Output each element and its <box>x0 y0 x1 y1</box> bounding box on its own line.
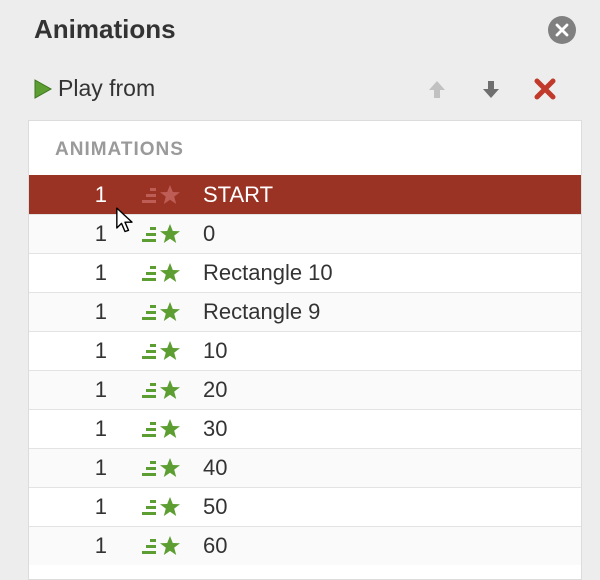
animation-order: 1 <box>29 416 127 442</box>
animation-order: 1 <box>29 299 127 325</box>
animation-effect-icon <box>127 417 197 441</box>
motion-lines-icon <box>142 422 156 437</box>
animation-label: 0 <box>197 221 581 247</box>
animation-label: 40 <box>197 455 581 481</box>
motion-lines-icon <box>142 227 156 242</box>
motion-lines-icon <box>142 188 156 203</box>
motion-lines-icon <box>142 500 156 515</box>
panel-header: Animations <box>28 0 582 75</box>
animation-row[interactable]: 1 Rectangle 10 <box>29 253 581 292</box>
animation-label: Rectangle 9 <box>197 299 581 325</box>
animation-order: 1 <box>29 221 127 247</box>
play-icon <box>30 77 54 101</box>
animation-order: 1 <box>29 260 127 286</box>
animation-effect-icon <box>127 222 197 246</box>
animation-effect-icon <box>127 456 197 480</box>
animation-effect-icon <box>127 183 197 207</box>
motion-lines-icon <box>142 383 156 398</box>
animation-order: 1 <box>29 494 127 520</box>
animation-order: 1 <box>29 533 127 559</box>
star-icon <box>158 183 182 207</box>
animation-label: START <box>197 182 581 208</box>
star-icon <box>158 300 182 324</box>
move-up-button[interactable] <box>424 76 450 102</box>
animation-label: 30 <box>197 416 581 442</box>
star-icon <box>158 456 182 480</box>
animation-order: 1 <box>29 338 127 364</box>
animation-effect-icon <box>127 495 197 519</box>
panel-title: Animations <box>34 14 176 45</box>
animation-row[interactable]: 1 START <box>29 175 581 214</box>
animation-row[interactable]: 10 <box>29 214 581 253</box>
animation-label: 10 <box>197 338 581 364</box>
animation-row[interactable]: 1 30 <box>29 409 581 448</box>
close-icon <box>555 23 569 37</box>
list-heading: ANIMATIONS <box>29 121 581 175</box>
animation-effect-icon <box>127 261 197 285</box>
star-icon <box>158 378 182 402</box>
animation-order: 1 <box>29 377 127 403</box>
motion-lines-icon <box>142 539 156 554</box>
animation-order: 1 <box>29 182 127 208</box>
motion-lines-icon <box>142 305 156 320</box>
star-icon <box>158 534 182 558</box>
animation-rows: 1START101Rectangle 101Rectangle 91101201… <box>29 175 581 579</box>
play-from-button[interactable]: Play from <box>30 75 155 102</box>
motion-lines-icon <box>142 266 156 281</box>
move-down-button[interactable] <box>478 76 504 102</box>
animation-effect-icon <box>127 534 197 558</box>
star-icon <box>158 339 182 363</box>
star-icon <box>158 222 182 246</box>
animation-effect-icon <box>127 300 197 324</box>
animation-row[interactable]: 1 50 <box>29 487 581 526</box>
animation-list: ANIMATIONS 1START101Rectangle 101Rectang… <box>28 120 582 580</box>
delete-icon <box>533 77 557 101</box>
animation-label: 20 <box>197 377 581 403</box>
close-button[interactable] <box>548 16 576 44</box>
star-icon <box>158 417 182 441</box>
animation-row[interactable]: 1 20 <box>29 370 581 409</box>
animation-row[interactable]: 1 Rectangle 9 <box>29 292 581 331</box>
delete-button[interactable] <box>532 76 558 102</box>
arrow-down-icon <box>479 77 503 101</box>
animation-row[interactable]: 1 40 <box>29 448 581 487</box>
animations-panel: Animations Play from <box>0 0 600 580</box>
animation-order: 1 <box>29 455 127 481</box>
motion-lines-icon <box>142 344 156 359</box>
star-icon <box>158 495 182 519</box>
play-from-label: Play from <box>58 75 155 102</box>
animation-row[interactable]: 1 60 <box>29 526 581 565</box>
animation-label: Rectangle 10 <box>197 260 581 286</box>
animation-effect-icon <box>127 339 197 363</box>
arrow-up-icon <box>425 77 449 101</box>
toolbar: Play from <box>28 75 582 120</box>
animation-label: 60 <box>197 533 581 559</box>
animation-label: 50 <box>197 494 581 520</box>
animation-effect-icon <box>127 378 197 402</box>
animation-row[interactable]: 1 10 <box>29 331 581 370</box>
star-icon <box>158 261 182 285</box>
motion-lines-icon <box>142 461 156 476</box>
